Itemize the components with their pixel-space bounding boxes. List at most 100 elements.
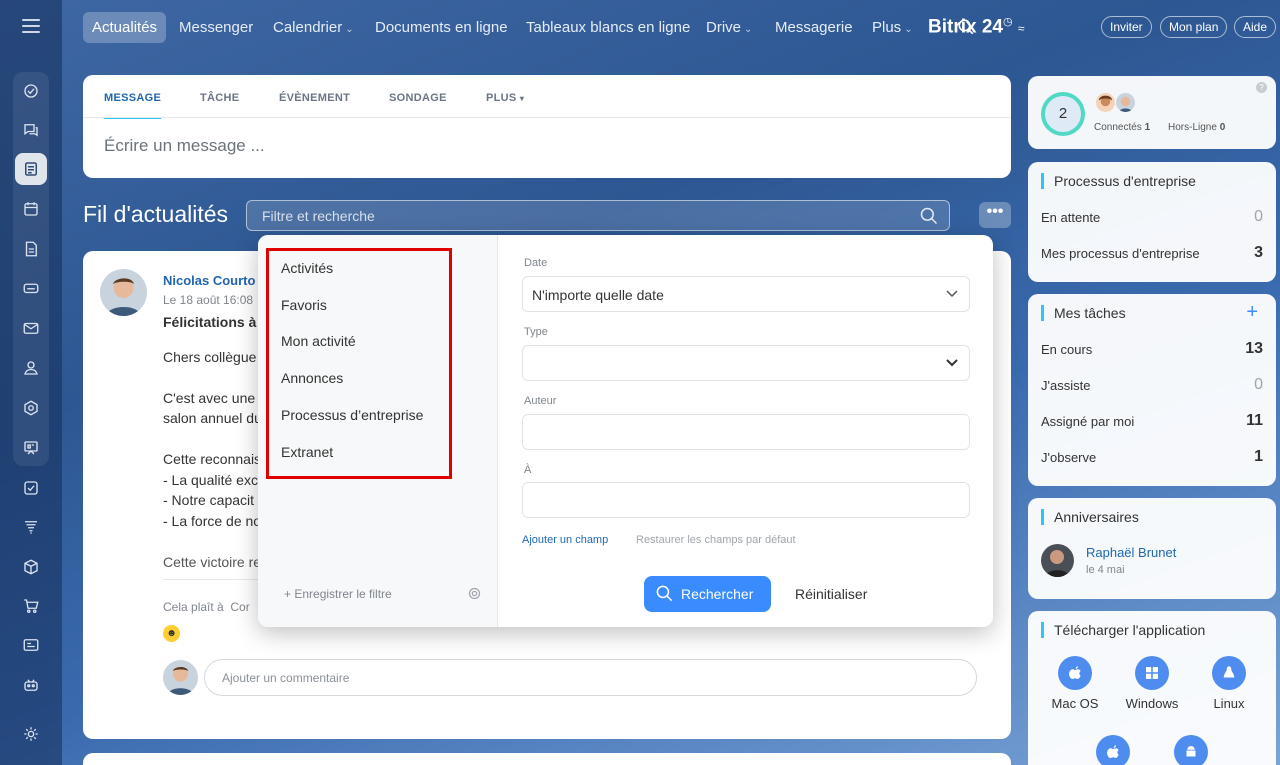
users-icon[interactable]: [19, 356, 43, 380]
invite-button[interactable]: Inviter: [1101, 16, 1152, 38]
nav-whiteboards[interactable]: Tableaux blancs en ligne: [517, 12, 699, 43]
processes-row-label[interactable]: Mes processus d'entreprise: [1041, 246, 1200, 261]
tasks-row-label[interactable]: Assigné par moi: [1041, 414, 1134, 429]
add-task-button[interactable]: +: [1246, 301, 1258, 324]
laugh-emoji-icon[interactable]: ☻: [163, 625, 180, 642]
type-label: Type: [524, 326, 548, 338]
gear-icon[interactable]: [467, 586, 482, 601]
more-options-button[interactable]: •••: [979, 202, 1011, 228]
calendar-icon[interactable]: [19, 197, 43, 221]
id-card-icon[interactable]: [19, 633, 43, 657]
likes-label: Cela plaît à: [163, 600, 224, 614]
avatar[interactable]: [1116, 93, 1135, 112]
tab-poll[interactable]: SONDAGE: [389, 92, 447, 104]
settings-icon[interactable]: [19, 722, 43, 746]
nav-drive-label: Drive: [706, 19, 742, 36]
widget-title[interactable]: Mes tâches: [1041, 305, 1126, 321]
post-date[interactable]: Le 18 août 16:08: [163, 293, 253, 307]
my-plan-button[interactable]: Mon plan: [1160, 16, 1228, 38]
download-linux[interactable]: Linux: [1199, 656, 1259, 711]
nav-calendar[interactable]: Calendrier ⌄: [264, 12, 363, 43]
tasks-row-value: 0: [1254, 376, 1263, 393]
drive-icon[interactable]: [19, 276, 43, 300]
tab-event[interactable]: ÉVÈNEMENT: [279, 92, 350, 104]
to-input[interactable]: [522, 482, 970, 518]
box-icon[interactable]: [19, 555, 43, 579]
mail-icon[interactable]: [19, 316, 43, 340]
chevron-down-icon: ⌄: [904, 24, 913, 35]
download-windows[interactable]: Windows: [1122, 656, 1182, 711]
tasks-row-label[interactable]: En cours: [1041, 342, 1092, 357]
help-button[interactable]: Aide: [1234, 16, 1277, 38]
download-ios[interactable]: [1083, 735, 1143, 765]
left-sidebar: [0, 0, 62, 765]
connected-count: 1: [1144, 122, 1151, 133]
activity-icon[interactable]: [19, 79, 43, 103]
menu-icon[interactable]: [22, 19, 40, 33]
nav-online-documents[interactable]: Documents en ligne: [366, 12, 517, 43]
likes-summary[interactable]: Cela plaît à Cor: [163, 600, 250, 614]
post-title: Félicitations à: [163, 314, 257, 330]
page-title: Fil d'actualités: [83, 201, 229, 227]
tab-more[interactable]: PLUS ▾: [486, 92, 524, 104]
document-icon[interactable]: [19, 237, 43, 261]
tasks-row-value: 1: [1254, 448, 1263, 465]
download-app-widget: Télécharger l'application Mac OS Windows…: [1028, 611, 1276, 765]
download-macos[interactable]: Mac OS: [1045, 656, 1105, 711]
post-author[interactable]: Nicolas Courto: [163, 273, 255, 288]
apple-icon: [1058, 656, 1092, 690]
tab-task[interactable]: TÂCHE: [200, 92, 239, 104]
nav-news[interactable]: Actualités: [83, 12, 167, 43]
funnel-icon[interactable]: [19, 515, 43, 539]
save-filter-button[interactable]: + Enregistrer le filtre: [284, 587, 392, 601]
nav-more[interactable]: Plus ⌄: [863, 12, 922, 43]
nav-mail[interactable]: Messagerie: [766, 12, 862, 43]
tasks-row-label[interactable]: J'observe: [1041, 450, 1096, 465]
hexagon-icon[interactable]: [19, 396, 43, 420]
cart-icon[interactable]: [19, 594, 43, 618]
offline-count: 0: [1219, 122, 1226, 133]
nav-messenger[interactable]: Messenger: [170, 12, 262, 43]
checkbox-icon[interactable]: [19, 476, 43, 500]
widget-title[interactable]: Processus d'entreprise: [1041, 173, 1196, 189]
date-select[interactable]: N'importe quelle date: [522, 276, 970, 312]
avatar[interactable]: [1096, 93, 1115, 112]
tasks-row-label[interactable]: J'assiste: [1041, 378, 1090, 393]
search-button[interactable]: Rechercher: [644, 576, 771, 612]
birthday-person-name[interactable]: Raphaël Brunet: [1086, 545, 1176, 560]
date-value: N'importe quelle date: [532, 287, 664, 303]
author-label: Auteur: [524, 395, 557, 407]
help-icon[interactable]: ?: [1256, 82, 1267, 93]
search-icon: [656, 585, 673, 602]
post-text-line: Chers collègue: [163, 349, 257, 365]
sync-icon: ≈: [1017, 21, 1025, 36]
add-field-link[interactable]: Ajouter un champ: [522, 534, 608, 546]
chat-icon[interactable]: [19, 118, 43, 142]
download-android[interactable]: [1161, 735, 1221, 765]
brand-logo[interactable]: Bitrix 24◷ ≈: [928, 15, 1024, 38]
avatar[interactable]: [1041, 544, 1074, 577]
board-icon[interactable]: [19, 436, 43, 460]
filter-search-input[interactable]: Filtre et recherche: [246, 200, 950, 231]
reset-button[interactable]: Réinitialiser: [795, 586, 867, 602]
widget-title[interactable]: Anniversaires: [1041, 509, 1139, 525]
business-processes-widget: Processus d'entreprise En attente 0 Mes …: [1028, 162, 1276, 282]
comment-input[interactable]: Ajouter un commentaire: [204, 659, 977, 696]
robot-icon[interactable]: [19, 673, 43, 697]
online-count-circle[interactable]: 2: [1041, 92, 1085, 136]
offline-status: Hors-Ligne 0: [1168, 122, 1225, 133]
post-text-line: Cette victoire re: [163, 554, 262, 570]
tab-message[interactable]: MESSAGE: [104, 92, 162, 119]
nav-drive[interactable]: Drive ⌄: [697, 12, 761, 43]
search-icon[interactable]: [919, 206, 939, 226]
message-input[interactable]: Écrire un message ...: [104, 136, 265, 156]
processes-row-label[interactable]: En attente: [1041, 210, 1100, 225]
news-feed-icon[interactable]: [15, 153, 47, 185]
restore-defaults-link[interactable]: Restaurer les champs par défaut: [636, 534, 796, 546]
type-select[interactable]: [522, 345, 970, 381]
post-text-line: C'est avec une: [163, 390, 256, 406]
feed-post: [83, 753, 1011, 765]
platform-label: Mac OS: [1051, 696, 1099, 711]
avatar[interactable]: [100, 269, 147, 316]
author-input[interactable]: [522, 414, 970, 450]
